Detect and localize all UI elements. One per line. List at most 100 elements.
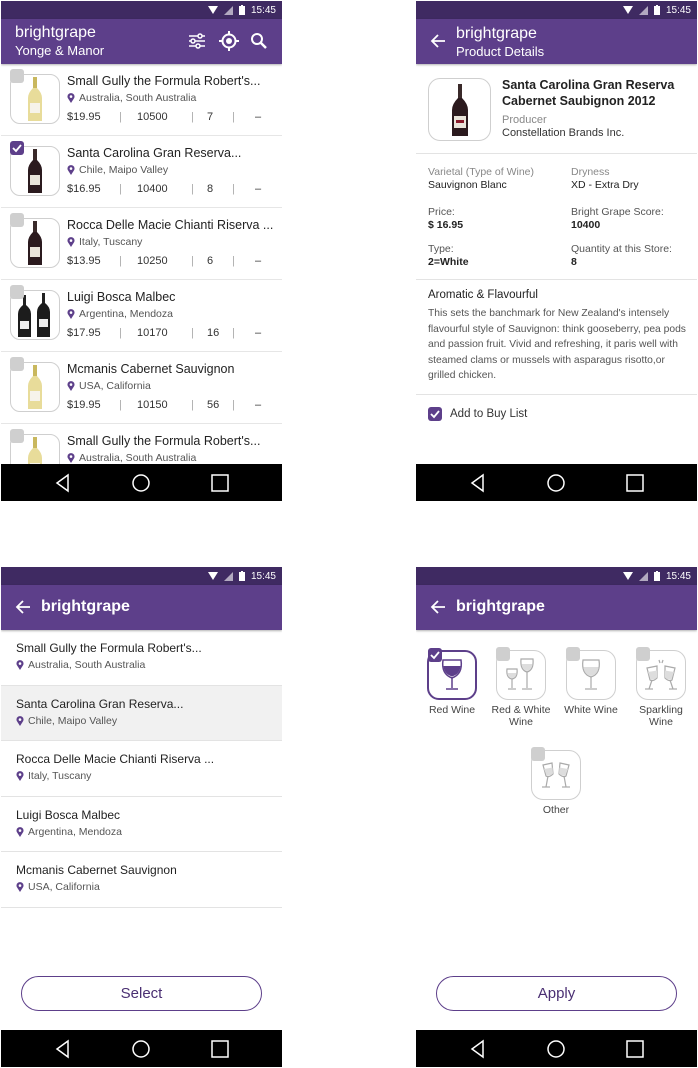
location-pin-icon [67, 93, 75, 103]
back-arrow-icon[interactable] [430, 33, 446, 49]
score-spec: Bright Grape Score: 10400 [571, 206, 664, 231]
wine-quantity: 8 [207, 183, 214, 195]
add-to-buy-list[interactable]: Add to Buy List [428, 407, 527, 421]
type-sparkling-wine[interactable]: Sparkling Wine [631, 647, 691, 728]
wine-list[interactable]: Small Gully the Formula Robert's... Austr… [1, 64, 282, 464]
search-icon[interactable] [249, 31, 269, 51]
wine-checkbox[interactable] [10, 213, 24, 227]
app-bar: brightgrape [416, 585, 697, 630]
type-checkbox[interactable] [496, 647, 510, 661]
item-name: Small Gully the Formula Robert's... [16, 641, 202, 655]
wine-list-item[interactable]: Rocca Delle Macie Chianti Riserva ... Ita… [1, 208, 282, 280]
location-pin-icon [67, 381, 75, 391]
price-spec: Price: $ 16.95 [428, 206, 464, 231]
home-nav-icon[interactable] [546, 473, 566, 493]
check-icon [12, 144, 22, 153]
producer-label: Producer [502, 114, 547, 126]
wine-dash: – [255, 327, 262, 339]
home-nav-icon[interactable] [131, 473, 151, 493]
type-red-white-wine[interactable]: Red & White Wine [491, 647, 551, 728]
product-header: Santa Carolina Gran Reserva Cabernet Sau… [416, 64, 697, 154]
back-arrow-icon[interactable] [15, 599, 31, 615]
wine-price: $16.95 [67, 183, 101, 195]
wine-code: 10150 [137, 399, 168, 411]
select-list[interactable]: Small Gully the Formula Robert's... Austr… [1, 630, 282, 908]
home-nav-icon[interactable] [131, 1039, 151, 1059]
wine-location: Italy, Tuscany [67, 236, 142, 248]
quantity-spec: Quantity at this Store: 8 [571, 243, 672, 268]
wine-list-item[interactable]: Small Gully the Formula Robert's... Austr… [1, 64, 282, 136]
apply-button[interactable]: Apply [436, 976, 677, 1011]
type-other[interactable]: Other [526, 747, 586, 816]
location-pin-icon [16, 882, 24, 892]
filter-icon[interactable] [187, 31, 207, 51]
type-spec: Type: 2=White [428, 243, 469, 268]
app-bar: brightgrape Yonge & Manor [1, 19, 282, 64]
store-subtitle: Yonge & Manor [15, 43, 105, 58]
select-list-item[interactable]: Mcmanis Cabernet Sauvignon USA, Californi… [1, 852, 282, 908]
wine-price: $19.95 [67, 111, 101, 123]
select-list-item[interactable]: Small Gully the Formula Robert's... Austr… [1, 630, 282, 686]
back-nav-icon[interactable] [53, 473, 73, 493]
wine-list-item[interactable]: Mcmanis Cabernet Sauvignon USA, Californi… [1, 352, 282, 424]
aroma-description: This sets the banchmark for New Zealand'… [428, 308, 686, 381]
select-list-item[interactable]: Santa Carolina Gran Reserva... Chile, Mai… [1, 685, 282, 741]
type-tile[interactable] [427, 648, 477, 700]
wine-location: Argentina, Mendoza [67, 308, 173, 320]
wine-checkbox[interactable] [10, 141, 24, 155]
type-tile[interactable] [531, 747, 581, 800]
type-white-wine[interactable]: White Wine [561, 647, 621, 716]
recents-nav-icon[interactable] [210, 473, 230, 493]
wine-quantity: 7 [207, 111, 214, 123]
wine-list-item[interactable]: Santa Carolina Gran Reserva... Chile, Mai… [1, 136, 282, 208]
back-arrow-icon[interactable] [430, 599, 446, 615]
back-nav-icon[interactable] [468, 473, 488, 493]
recents-nav-icon[interactable] [210, 1039, 230, 1059]
wine-checkbox[interactable] [10, 357, 24, 371]
type-tile[interactable] [636, 647, 686, 700]
wine-quantity: 6 [207, 255, 214, 267]
wifi-icon [622, 572, 633, 580]
wine-price: $19.95 [67, 399, 101, 411]
location-pin-icon [67, 309, 75, 319]
select-list-item[interactable]: Rocca Delle Macie Chianti Riserva ... Ita… [1, 741, 282, 797]
wine-checkbox[interactable] [10, 69, 24, 83]
back-nav-icon[interactable] [53, 1039, 73, 1059]
type-checkbox[interactable] [428, 648, 442, 662]
location-pin-icon [67, 165, 75, 175]
battery-icon [238, 5, 245, 15]
back-nav-icon[interactable] [468, 1039, 488, 1059]
wine-price: $13.95 [67, 255, 101, 267]
type-red-wine[interactable]: Red Wine [422, 648, 482, 716]
status-bar: 15:45 [1, 1, 282, 19]
select-button[interactable]: Select [21, 976, 262, 1011]
recents-nav-icon[interactable] [625, 1039, 645, 1059]
nav-bar [1, 464, 282, 501]
type-label: White Wine [564, 704, 618, 716]
battery-icon [653, 571, 660, 581]
buy-list-checkbox[interactable] [428, 407, 442, 421]
wine-list-screen: 15:45 brightgrape Yonge & Manor Small Gu… [1, 1, 282, 501]
select-list-item[interactable]: Luigi Bosca Malbec Argentina, Mendoza [1, 797, 282, 852]
wine-list-item[interactable]: Luigi Bosca Malbec Argentina, Mendoza $17.… [1, 280, 282, 352]
red-white-wine-icon [506, 658, 534, 690]
wine-checkbox[interactable] [10, 429, 24, 443]
red-wine-glass-icon [441, 659, 463, 690]
wine-list-item[interactable]: Small Gully the Formula Robert's... Austr… [1, 424, 282, 464]
item-name: Luigi Bosca Malbec [16, 807, 121, 822]
wine-checkbox[interactable] [10, 285, 24, 299]
wine-type-filter-screen: 15:45 brightgrape Red Wine Red & White W… [416, 567, 697, 1067]
app-title: brightgrape [456, 25, 537, 42]
type-tile[interactable] [496, 647, 546, 700]
type-tile[interactable] [566, 647, 616, 700]
type-checkbox[interactable] [566, 647, 580, 661]
battery-icon [653, 5, 660, 15]
aroma-heading: Aromatic & Flavourful [428, 289, 538, 301]
type-checkbox[interactable] [636, 647, 650, 661]
location-target-icon[interactable] [219, 31, 239, 51]
type-checkbox[interactable] [531, 747, 545, 761]
home-nav-icon[interactable] [546, 1039, 566, 1059]
recents-nav-icon[interactable] [625, 473, 645, 493]
product-name: Santa Carolina Gran Reserva Cabernet Sau… [502, 78, 675, 108]
wine-code: 10400 [137, 183, 168, 195]
